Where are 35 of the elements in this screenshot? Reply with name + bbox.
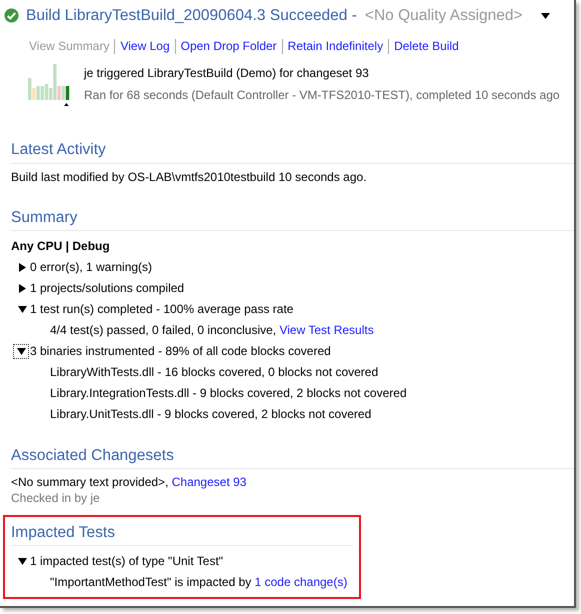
build-history-sparkline: [28, 64, 70, 106]
success-icon: [4, 8, 19, 24]
changeset-link[interactable]: Changeset 93: [172, 475, 246, 489]
section-heading: Summary: [11, 206, 574, 231]
toolbar-link[interactable]: Open Drop Folder: [174, 39, 282, 54]
info-text: Build last modified by OS-LAB\vmtfs2010testbuild 10 seconds ago.: [11, 168, 368, 186]
section-heading: Associated Changesets: [11, 444, 574, 469]
config-heading: Any CPU | Debug: [11, 238, 111, 255]
tree-child-text: "ImportantMethodTest" is impacted by: [50, 575, 252, 590]
tree-child-text: LibraryWithTests.dll - 16 blocks covered, 0 blocks not covered: [50, 364, 378, 379]
quality-label: <No Quality Assigned>: [364, 6, 523, 26]
build-title: Build LibraryTestBuild_20090604.3 Succeeded -: [26, 6, 357, 26]
section-heading: Impacted Tests: [11, 521, 353, 546]
tree-node-text: 0 error(s), 1 warning(s): [30, 258, 152, 276]
result-link[interactable]: 1 code change(s): [254, 575, 348, 590]
section-heading: Latest Activity: [11, 138, 574, 164]
trigger-text: je triggered LibraryTestBuild (Demo) for changeset 93: [84, 65, 370, 82]
expander-icon[interactable]: [16, 282, 28, 295]
result-link[interactable]: View Test Results: [279, 322, 374, 337]
tree-node-text: 1 test run(s) completed - 100% average pass rate: [30, 300, 294, 318]
expander-icon[interactable]: [14, 344, 28, 358]
info-text: Checked in by je: [11, 491, 101, 506]
toolbar-link[interactable]: View Log: [114, 39, 175, 54]
info-text: <No summary text provided>,: [11, 475, 170, 489]
toolbar-link[interactable]: Retain Indefinitely: [282, 39, 388, 54]
tree-child-text: 4/4 test(s) passed, 0 failed, 0 inconclusive,: [50, 322, 278, 337]
run-info-text: Ran for 68 seconds (Default Controller - VM-TFS2010-TEST), completed 10 seconds ago: [84, 87, 560, 104]
tree-child-text: Library.IntegrationTests.dll - 9 blocks covered, 2 blocks not covered: [50, 386, 407, 400]
tree-node-text: 1 projects/solutions compiled: [30, 280, 184, 297]
tree-node-text: 3 binaries instrumented - 89% of all code blocks covered: [30, 342, 331, 360]
dropdown-caret-icon[interactable]: [541, 12, 550, 19]
expander-icon[interactable]: [16, 260, 28, 274]
tree-child-text: Library.UnitTests.dll - 9 blocks covered, 2 blocks not covered: [50, 406, 372, 421]
toolbar-link[interactable]: Delete Build: [388, 39, 464, 54]
tree-node-text: 1 impacted test(s) of type "Unit Test": [30, 553, 224, 570]
